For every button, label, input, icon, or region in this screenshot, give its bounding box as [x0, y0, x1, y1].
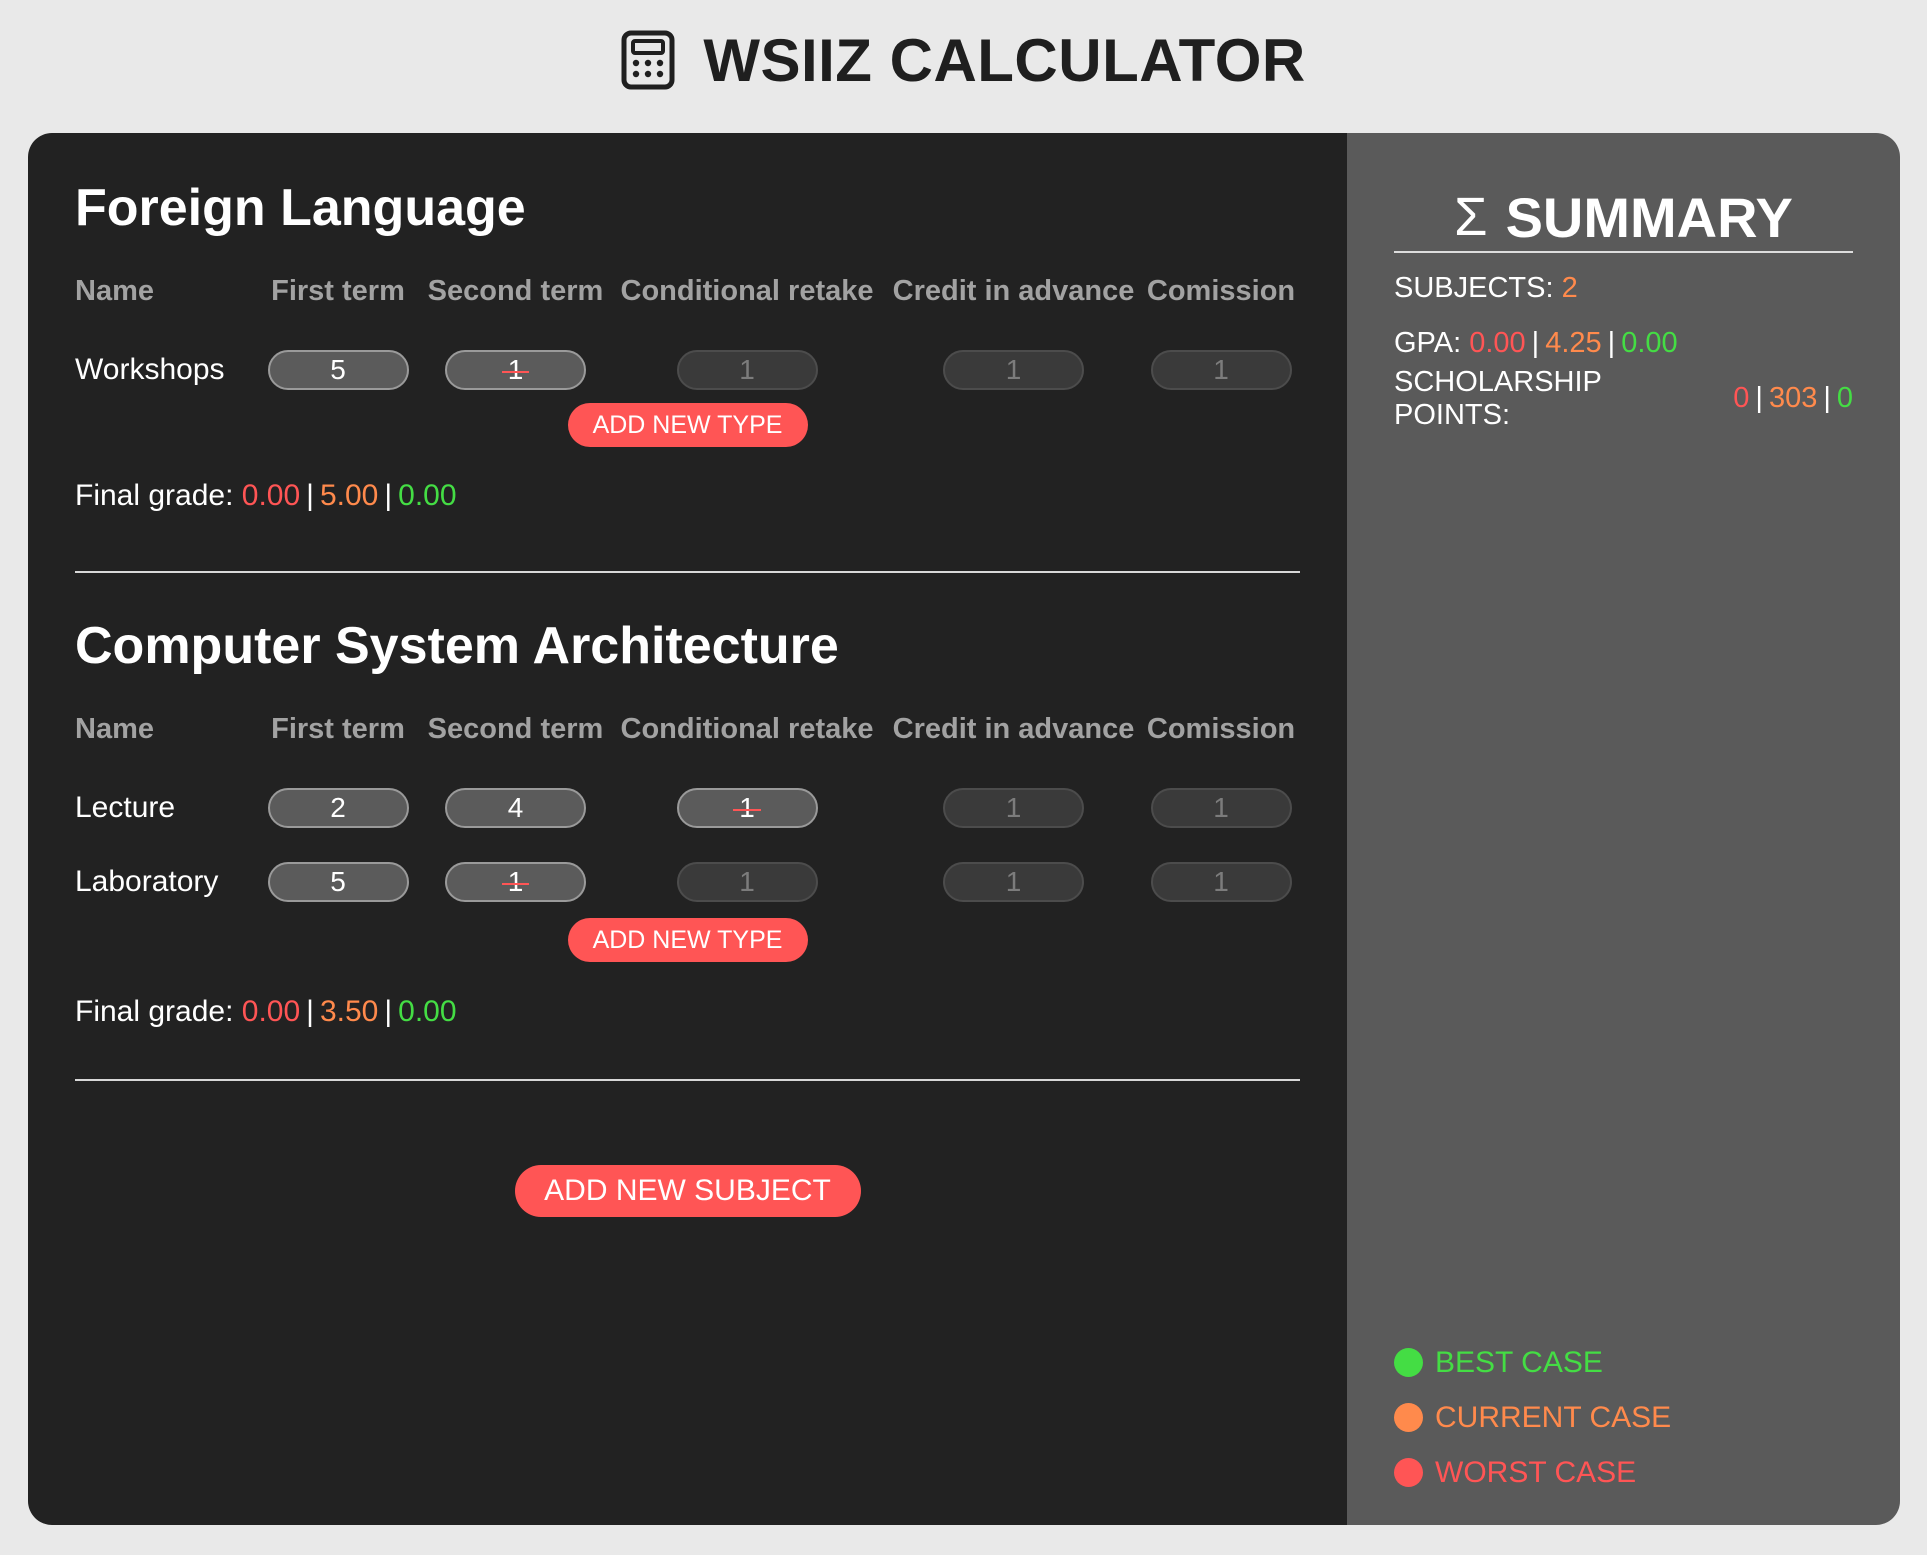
final-grade-best: 0.00: [398, 995, 457, 1028]
legend: BEST CASE CURRENT CASE WORST CASE: [1394, 1335, 1671, 1500]
column-header-first-term: First term: [271, 712, 405, 745]
subjects-panel: Foreign Language Name First term Second …: [28, 133, 1347, 1525]
subjects-count-value: 2: [1561, 272, 1578, 304]
second-term-input[interactable]: 1: [445, 350, 586, 390]
summary-title: SUMMARY: [1505, 185, 1793, 249]
grade-table: Name First term Second term Conditional …: [75, 261, 1300, 407]
green-dot-icon: [1394, 1348, 1423, 1377]
row-name-laboratory: Laboratory: [75, 865, 219, 898]
summary-panel: Σ SUMMARY SUBJECTS: 2 GPA: 0.00 | 4.25 | 0.0…: [1347, 133, 1900, 1525]
second-term-input[interactable]: 4: [445, 788, 586, 828]
conditional-retake-input[interactable]: 1: [676, 350, 818, 390]
conditional-retake-input[interactable]: 1: [676, 862, 818, 902]
final-grade-best: 0.00: [398, 479, 457, 512]
points-best: 0: [1836, 382, 1854, 414]
points-current: 303: [1768, 382, 1818, 414]
subject-title: Computer System Architecture: [75, 617, 839, 675]
subject-foreign-language: Foreign Language Name First term Second …: [75, 133, 1300, 573]
first-term-input[interactable]: 2: [267, 788, 409, 828]
final-grade-current: 3.50: [319, 995, 379, 1028]
final-grade-worst: 0.00: [241, 995, 301, 1028]
column-header-second-term: Second term: [427, 712, 604, 745]
grade-table: Name First term Second term Conditional …: [75, 699, 1300, 919]
column-header-comission: Comission: [1146, 274, 1296, 307]
app-title: WSIIZ CALCULATOR: [703, 26, 1306, 94]
summary-header: Σ SUMMARY: [1394, 133, 1853, 253]
final-grade-current: 5.00: [319, 479, 379, 512]
subject-computer-system-architecture: Computer System Architecture Name First …: [75, 573, 1300, 1081]
column-header-second-term: Second term: [427, 274, 604, 307]
column-header-conditional-retake: Conditional retake: [620, 712, 874, 745]
column-header-comission: Comission: [1146, 712, 1296, 745]
points-worst: 0: [1733, 382, 1750, 414]
first-term-input[interactable]: 5: [267, 862, 409, 902]
subject-title: Foreign Language: [75, 179, 526, 237]
column-header-first-term: First term: [271, 274, 405, 307]
column-header-name: Name: [75, 274, 154, 307]
gpa-worst: 0.00: [1469, 327, 1526, 359]
conditional-retake-input[interactable]: 1: [676, 788, 818, 828]
add-new-subject-button[interactable]: ADD NEW SUBJECT: [514, 1165, 861, 1217]
add-new-type-button[interactable]: ADD NEW TYPE: [567, 403, 808, 447]
final-grade-label: Final grade:: [75, 995, 234, 1028]
comission-input[interactable]: 1: [1150, 862, 1292, 902]
gpa: GPA: 0.00 | 4.25 | 0.00: [1394, 327, 1678, 359]
final-grade: Final grade: 0.00 | 5.00 | 0.00: [75, 479, 457, 512]
subjects-count: SUBJECTS: 2: [1394, 272, 1578, 304]
app-header: WSIIZ CALCULATOR: [0, 0, 1927, 120]
legend-best-case: BEST CASE: [1394, 1335, 1671, 1390]
calculator-icon: [621, 30, 675, 90]
gpa-best: 0.00: [1621, 327, 1678, 359]
gpa-current: 4.25: [1545, 327, 1602, 359]
column-header-credit-in-advance: Credit in advance: [892, 712, 1135, 745]
comission-input[interactable]: 1: [1150, 350, 1292, 390]
column-header-credit-in-advance: Credit in advance: [892, 274, 1135, 307]
legend-current-case: CURRENT CASE: [1394, 1390, 1671, 1445]
final-grade: Final grade: 0.00 | 3.50 | 0.00: [75, 995, 457, 1028]
credit-in-advance-input[interactable]: 1: [943, 862, 1084, 902]
orange-dot-icon: [1394, 1403, 1423, 1432]
credit-in-advance-input[interactable]: 1: [943, 350, 1084, 390]
calculator-card: Foreign Language Name First term Second …: [28, 133, 1900, 1525]
credit-in-advance-input[interactable]: 1: [943, 788, 1084, 828]
comission-input[interactable]: 1: [1150, 788, 1292, 828]
row-name-lecture: Lecture: [75, 791, 176, 824]
red-dot-icon: [1394, 1458, 1423, 1487]
scholarship-points: SCHOLARSHIP POINTS: 0 | 303 | 0: [1394, 365, 1854, 431]
second-term-input[interactable]: 1: [445, 862, 586, 902]
column-header-name: Name: [75, 712, 154, 745]
first-term-input[interactable]: 5: [267, 350, 409, 390]
final-grade-label: Final grade:: [75, 479, 234, 512]
column-header-conditional-retake: Conditional retake: [620, 274, 874, 307]
sigma-icon: Σ: [1454, 187, 1488, 247]
final-grade-worst: 0.00: [241, 479, 301, 512]
add-new-type-button[interactable]: ADD NEW TYPE: [567, 918, 808, 962]
row-name-workshops: Workshops: [75, 353, 225, 386]
legend-worst-case: WORST CASE: [1394, 1445, 1671, 1500]
